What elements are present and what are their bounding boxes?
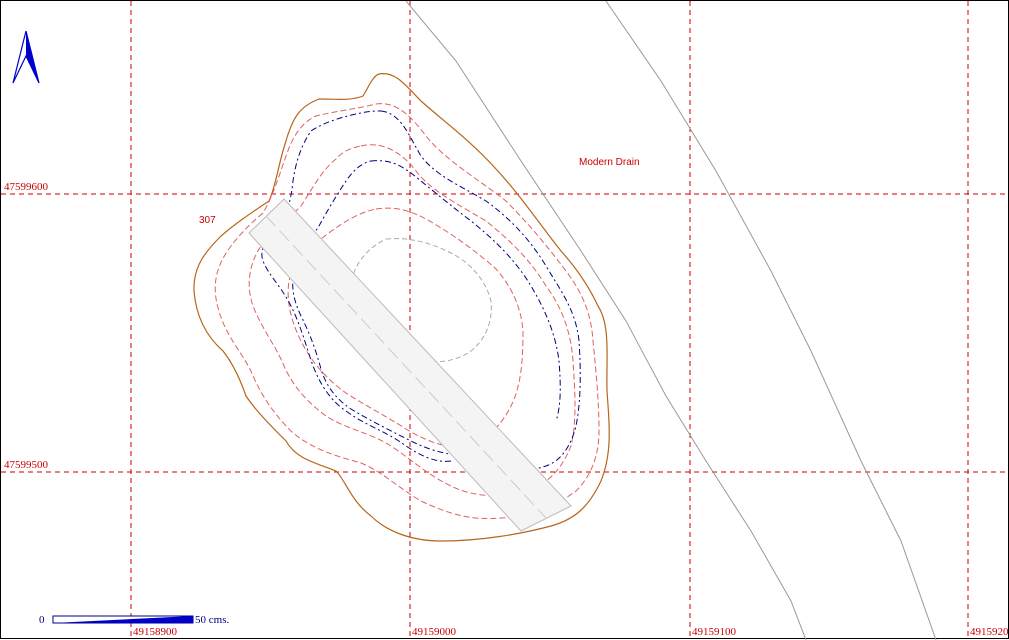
easting-label: 49159000 — [412, 626, 457, 638]
easting-label: 4915920 — [970, 626, 1009, 638]
north-arrow-icon — [12, 30, 40, 84]
northing-label: 47599500 — [4, 459, 49, 471]
easting-label: 49159100 — [692, 626, 737, 638]
easting-labels: 49158900 49159000 49159100 4915920 — [133, 626, 1009, 638]
site-plan-map: 49158900 49159000 49159100 4915920 47599… — [0, 0, 1009, 640]
drain-edge-inner — [405, 1, 807, 640]
grid-lines — [1, 1, 1009, 640]
northing-label: 47599600 — [4, 181, 49, 193]
easting-label: 49158900 — [133, 626, 178, 638]
plan-canvas: 49158900 49159000 49159100 4915920 47599… — [1, 1, 1009, 640]
trench-centre-line — [265, 215, 547, 519]
modern-drain-label: Modern Drain — [579, 157, 640, 168]
scale-bar: 0 50 cms. — [39, 614, 229, 626]
contour-red-1 — [214, 103, 600, 520]
red-contours — [214, 103, 600, 520]
contour-red-2 — [248, 144, 576, 497]
drain-edge-outer — [605, 1, 937, 640]
northing-labels: 47599600 47599500 — [4, 181, 49, 471]
scale-bar-start-label: 0 — [39, 614, 45, 626]
feature-number-label: 307 — [199, 215, 216, 226]
outer-cut-contour — [193, 73, 610, 542]
scale-bar-end-label: 50 cms. — [195, 614, 229, 626]
modern-drain-lines — [405, 1, 937, 640]
